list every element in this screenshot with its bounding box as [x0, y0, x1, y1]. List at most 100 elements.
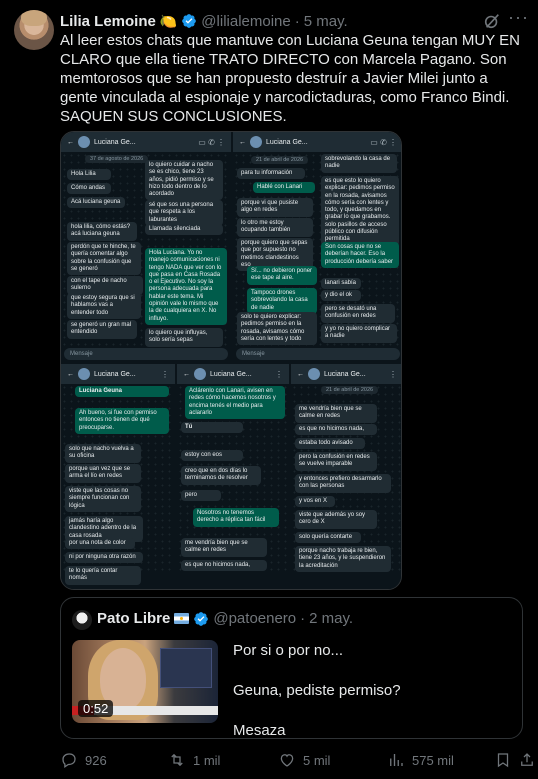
tweet-text: Al leer estos chats que mantuve con Luci…	[60, 32, 520, 125]
message-bubble: es que esto lo quiero explicar: pedimos …	[321, 176, 399, 246]
message-bubble: viste que además yo soy cero de X	[295, 510, 377, 529]
bookmark-icon	[497, 753, 509, 768]
chat-header: ← Luciana Ge... ⋮	[291, 364, 401, 384]
chat-screenshot-4[interactable]: ← Luciana Ge... ⋮ Aclárenlo con Lanari, …	[177, 364, 289, 589]
chat-screenshot-1[interactable]: ← Luciana Ge... ▭ ✆ ⋮ 37 de agosto de 20…	[61, 132, 231, 362]
message-bubble: es que no hicimos nada,	[181, 560, 267, 572]
message-bubble: lanari sabía	[321, 278, 361, 290]
message-bubble: y dio el ok	[321, 290, 361, 302]
video-thumbnail[interactable]: 0:52	[72, 640, 218, 723]
quote-line: Por si o por no...	[233, 642, 344, 659]
message-bubble: y vos en X	[295, 496, 335, 508]
message-bubble: creo que en dos días lo terminamos de re…	[181, 466, 261, 485]
message-bubble: ni por ninguna otra razón	[65, 552, 143, 564]
argentina-flag-icon	[174, 613, 190, 624]
message-bubble: solo te quiero explicar: pedimos permiso…	[237, 312, 317, 346]
back-arrow-icon: ←	[183, 370, 190, 378]
like-count: 5 mil	[303, 752, 331, 768]
quote-author-name[interactable]: Pato Libre	[97, 610, 170, 627]
message-bubble: solo quería contarte	[295, 532, 361, 544]
message-bubble: perdón que te hinche, te quería comentar…	[67, 242, 141, 276]
separator-dot: ·	[294, 12, 300, 30]
views-button[interactable]: 575 mil	[387, 749, 454, 771]
message-bubble: me vendría bien que se calme en redes	[181, 538, 267, 557]
chat-header: ← Luciana Ge... ▭ ✆ ⋮	[233, 132, 401, 152]
quote-author-avatar[interactable]	[72, 610, 92, 630]
message-bubble: sobrevolando la casa de nadie	[321, 154, 397, 173]
verified-badge-icon	[182, 14, 197, 28]
message-bubble: pero la confusión en redes se vuelve imp…	[295, 452, 377, 471]
message-bubble: sé que sos una persona que respeta a los…	[145, 200, 223, 226]
chat-header: ← Luciana Ge... ⋮	[177, 364, 289, 384]
contact-avatar	[250, 136, 262, 148]
video-duration: 0:52	[78, 700, 114, 717]
message-bubble: me vendría bien que se calme en redes	[295, 404, 377, 423]
date-chip: 21 de abril de 2026	[321, 386, 379, 394]
call-icons: ▭ ✆ ⋮	[370, 137, 397, 147]
date-chip: 37 de agosto de 2026	[85, 155, 149, 163]
message-bubble: lo quiero que influyas, solo sería sepas	[145, 328, 223, 347]
contact-name: Luciana Ge...	[210, 370, 252, 378]
quoted-reply-header: Luciana Geuna	[75, 386, 169, 398]
share-button[interactable]	[518, 749, 536, 771]
tweet-header: Lilia Lemoine 🍋 @lilialemoine · 5 may.	[60, 11, 348, 31]
chat-screenshot-5[interactable]: ← Luciana Ge... ⋮ 21 de abril de 2026 me…	[291, 364, 401, 589]
quoted-tweet[interactable]: Pato Libre @patoenero · 2 may. 0:52 Por …	[60, 597, 523, 739]
chat-screenshot-3[interactable]: ← Luciana Ge... ⋮ Luciana Geuna Ah bueno…	[61, 364, 175, 589]
message-bubble: y entonces prefiero desarmarlo con las p…	[295, 474, 391, 493]
tweet-date[interactable]: 5 may.	[304, 13, 348, 30]
message-bubble: y yo no quiero complicar a nadie	[321, 324, 397, 343]
message-bubble: porque nacho trabaja re bien, tiene 23 a…	[295, 546, 391, 572]
like-button[interactable]: 5 mil	[278, 749, 330, 771]
date-chip: 21 de abril de 2026	[251, 156, 309, 164]
missed-call-bubble: Llamada silenciada	[145, 224, 223, 236]
message-bubble: Hola Lilia	[67, 169, 111, 181]
more-options-icon[interactable]: ···	[508, 8, 528, 30]
message-bubble: viste que las cosas no siempre funcionan…	[65, 486, 141, 512]
repost-icon	[171, 753, 183, 767]
message-bubble: porque uan vez que se arma el lío en red…	[65, 464, 141, 483]
message-bubble: hola lilia, cómo estás? acá luciana geun…	[67, 222, 137, 241]
author-name[interactable]: Lilia Lemoine	[60, 13, 156, 30]
message-bubble: pero se desató una confusión en redes	[321, 304, 395, 323]
repost-button[interactable]: 1 mil	[168, 749, 220, 771]
views-icon	[390, 754, 403, 766]
reply-button[interactable]: 926	[60, 749, 107, 771]
views-count: 575 mil	[412, 752, 454, 768]
chat-header: ← Luciana Ge... ▭ ✆ ⋮	[61, 132, 231, 152]
message-bubble: pero	[181, 490, 221, 502]
lemon-emoji: 🍋	[159, 12, 178, 29]
message-bubble: lo otro me estoy ocupando también	[237, 218, 313, 237]
author-handle[interactable]: @lilialemoine	[201, 13, 290, 30]
tweet: Lilia Lemoine 🍋 @lilialemoine · 5 may. ·…	[0, 0, 538, 779]
reply-icon	[62, 753, 76, 768]
back-arrow-icon: ←	[239, 138, 246, 146]
message-bubble-outgoing: Son cosas que no se deberían hacer. Eso …	[321, 242, 399, 268]
quoted-reply-header: Tú	[181, 422, 243, 434]
grok-icon[interactable]	[483, 12, 501, 30]
back-arrow-icon: ←	[297, 370, 304, 378]
message-bubble: para tu información	[237, 168, 305, 180]
thumbnail-studio-screen	[160, 648, 212, 688]
author-avatar[interactable]	[14, 10, 54, 50]
quote-date[interactable]: 2 may.	[309, 610, 353, 627]
quote-author-handle[interactable]: @patoenero	[213, 610, 296, 627]
chat-screenshot-2[interactable]: ← Luciana Ge... ▭ ✆ ⋮ 21 de abril de 202…	[233, 132, 401, 362]
call-icons: ⋮	[161, 369, 169, 379]
call-icons: ▭ ✆ ⋮	[198, 137, 225, 147]
share-icon	[521, 753, 533, 766]
separator-dot: ·	[300, 610, 306, 627]
message-bubble: con el tape de nacho sulerno	[67, 276, 143, 295]
chat-header: ← Luciana Ge... ⋮	[61, 364, 175, 384]
contact-avatar	[78, 368, 90, 380]
verified-badge-icon	[194, 611, 209, 626]
contact-name: Luciana Ge...	[266, 138, 308, 146]
message-input: Mensaje	[64, 348, 228, 360]
reply-count: 926	[85, 752, 107, 768]
message-bubble: Cómo andas	[67, 183, 111, 195]
tweet-media[interactable]: ← Luciana Ge... ▭ ✆ ⋮ 37 de agosto de 20…	[60, 131, 402, 590]
contact-avatar	[308, 368, 320, 380]
quote-line: Mesaza	[233, 722, 286, 739]
bookmark-button[interactable]	[494, 749, 512, 771]
repost-count: 1 mil	[193, 752, 221, 768]
